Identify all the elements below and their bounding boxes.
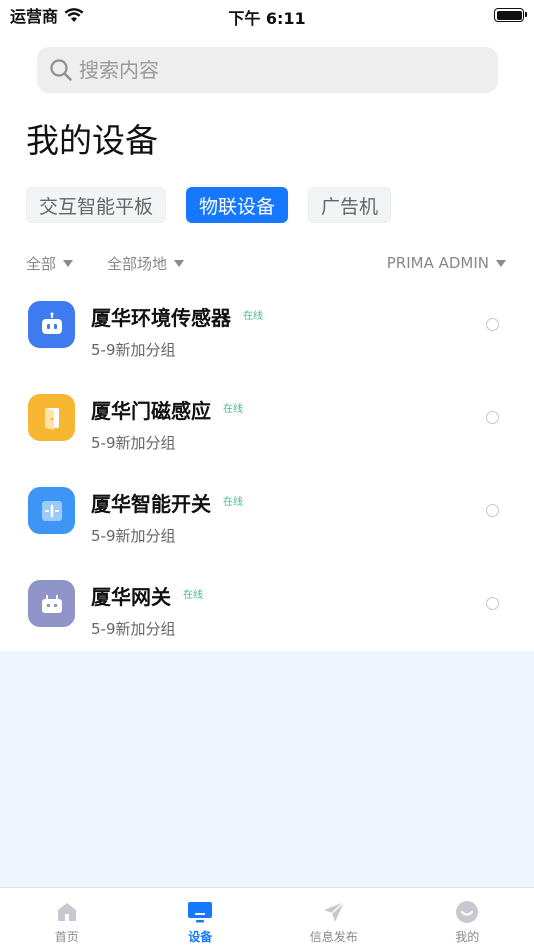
tab-profile-label: 我的 bbox=[455, 930, 480, 944]
select-radio[interactable] bbox=[486, 411, 499, 424]
profile-icon bbox=[456, 901, 479, 923]
carrier-label: 运营商 bbox=[10, 7, 59, 26]
bottom-tab-bar: 首页 设备 信息发布 我的 bbox=[0, 887, 534, 950]
tab-publish[interactable]: 信息发布 bbox=[267, 888, 401, 950]
select-radio[interactable] bbox=[486, 597, 499, 610]
filter-all-dropdown[interactable]: 全部 bbox=[26, 253, 74, 274]
online-status-badge: 在线 bbox=[223, 497, 243, 508]
tab-home-label: 首页 bbox=[54, 930, 79, 944]
caret-down-icon bbox=[496, 259, 506, 267]
device-name: 厦华智能开关 在线 bbox=[91, 492, 243, 516]
device-name: 厦华门磁感应 在线 bbox=[91, 399, 243, 423]
select-radio[interactable] bbox=[486, 318, 499, 331]
page-title: 我的设备 bbox=[26, 121, 158, 160]
status-left: 运营商 bbox=[10, 3, 84, 27]
switch-icon bbox=[28, 487, 75, 534]
device-list: 厦华环境传感器 在线 5-9新加分组 厦华门磁感应 在线 5-9新加分组 厦华智能开… bbox=[0, 282, 534, 654]
device-group: 5-9新加分组 bbox=[91, 341, 176, 359]
status-bar: 运营商 bbox=[0, 0, 534, 30]
search-icon bbox=[50, 59, 72, 81]
list-item[interactable]: 厦华智能开关 在线 5-9新加分组 bbox=[0, 468, 534, 561]
list-item[interactable]: 厦华网关 在线 5-9新加分组 bbox=[0, 561, 534, 654]
tab-ad-machine[interactable]: 广告机 bbox=[308, 187, 392, 223]
tab-publish-label: 信息发布 bbox=[309, 930, 358, 944]
caret-down-icon bbox=[174, 259, 185, 267]
search-input[interactable] bbox=[79, 58, 459, 82]
filter-location-dropdown[interactable]: 全部场地 bbox=[107, 253, 185, 274]
list-item[interactable]: 厦华门磁感应 在线 5-9新加分组 bbox=[0, 375, 534, 468]
filter-location-label: 全部场地 bbox=[107, 254, 168, 273]
tab-devices[interactable]: 设备 bbox=[134, 888, 268, 950]
battery-icon bbox=[494, 8, 527, 22]
select-radio[interactable] bbox=[486, 504, 499, 517]
send-icon bbox=[323, 901, 345, 922]
device-group: 5-9新加分组 bbox=[91, 620, 176, 638]
online-status-badge: 在线 bbox=[183, 590, 203, 601]
filter-user-dropdown[interactable]: PRIMA ADMIN bbox=[387, 254, 506, 272]
tab-iot-devices[interactable]: 物联设备 bbox=[186, 187, 289, 223]
device-type-tabs: 交互智能平板 物联设备 广告机 bbox=[26, 187, 392, 223]
filter-bar: 全部 全部场地 PRIMA ADMIN bbox=[26, 252, 506, 274]
device-name: 厦华网关 在线 bbox=[91, 585, 203, 609]
online-status-badge: 在线 bbox=[243, 311, 263, 322]
wifi-icon bbox=[64, 7, 84, 22]
filter-user-label: PRIMA ADMIN bbox=[386, 254, 489, 272]
empty-area bbox=[0, 651, 534, 887]
caret-down-icon bbox=[63, 259, 74, 267]
tab-interactive-panel[interactable]: 交互智能平板 bbox=[26, 187, 167, 223]
tab-devices-label: 设备 bbox=[188, 930, 213, 944]
search-bar[interactable] bbox=[37, 47, 498, 93]
device-group: 5-9新加分组 bbox=[91, 527, 176, 545]
tab-home[interactable]: 首页 bbox=[0, 888, 134, 950]
device-group: 5-9新加分组 bbox=[91, 434, 176, 452]
online-status-badge: 在线 bbox=[223, 404, 243, 415]
device-name: 厦华环境传感器 在线 bbox=[91, 306, 263, 330]
home-icon bbox=[57, 903, 76, 921]
tab-profile[interactable]: 我的 bbox=[401, 888, 534, 950]
device-icon bbox=[188, 902, 213, 923]
robot-sensor-icon bbox=[28, 301, 75, 348]
list-item[interactable]: 厦华环境传感器 在线 5-9新加分组 bbox=[0, 282, 534, 375]
gateway-icon bbox=[28, 580, 75, 627]
door-icon bbox=[28, 394, 75, 441]
filter-all-label: 全部 bbox=[26, 254, 57, 273]
